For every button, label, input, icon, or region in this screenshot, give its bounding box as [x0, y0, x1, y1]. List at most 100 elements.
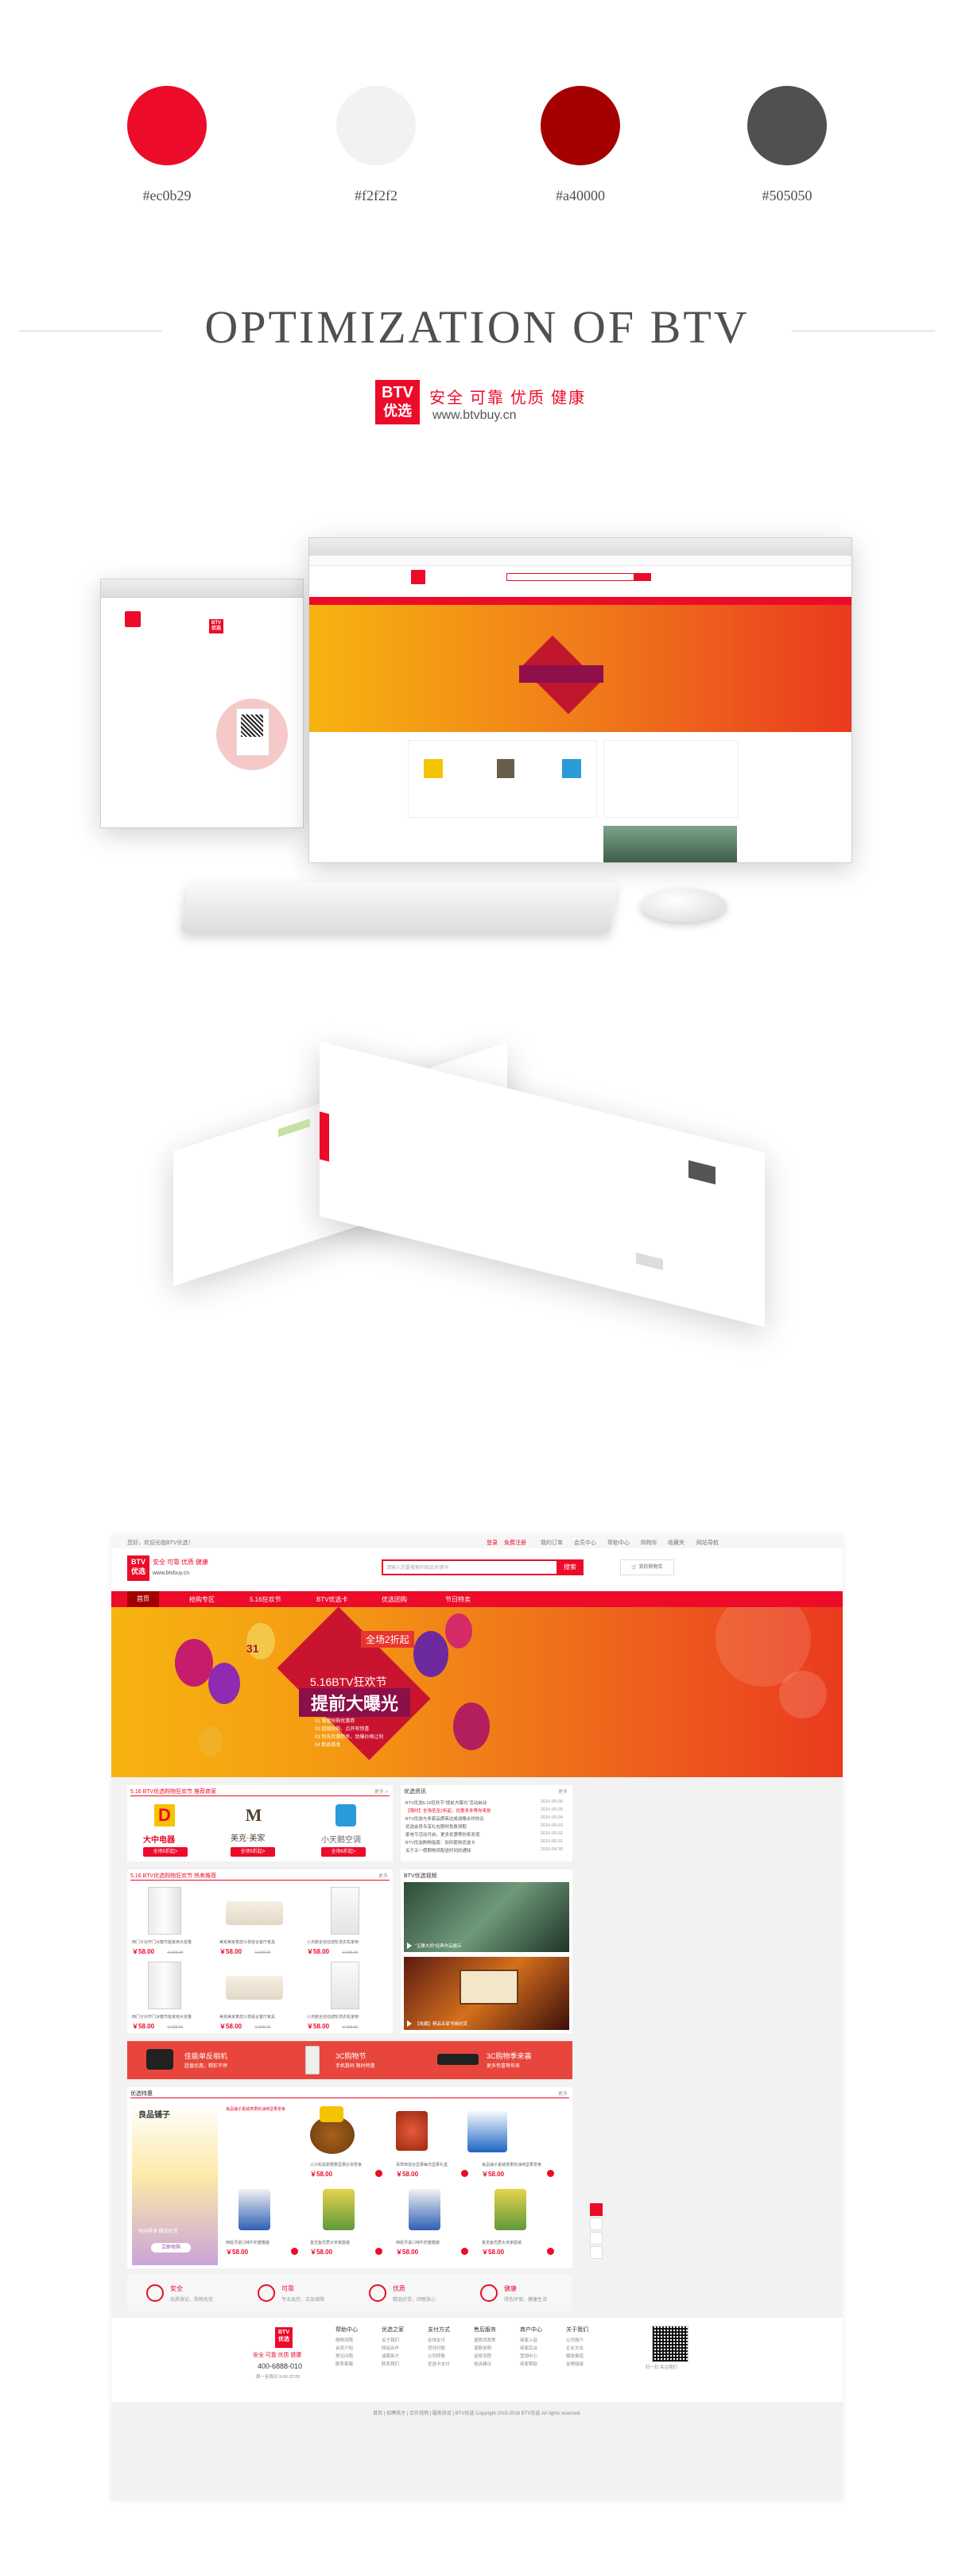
register-link[interactable]: 免费注册	[504, 1539, 526, 1547]
site-logo[interactable]: BTV 优选	[127, 1555, 149, 1581]
news-item[interactable]: BTV优选与多家品牌商达成战略合作协议	[405, 1815, 484, 1822]
footer-link[interactable]: 货到付款	[428, 2345, 445, 2351]
product-image-sofa[interactable]	[226, 1976, 283, 2000]
side-tool-service[interactable]	[590, 2246, 603, 2259]
product-name[interactable]: 金龙鱼优质大米家庭装	[482, 2240, 522, 2245]
product-name[interactable]: 美克美家真皮沙发组合客厅家具	[219, 2014, 275, 2020]
nav-groupbuy[interactable]: 优选团购	[382, 1595, 407, 1604]
nav-flash-sale[interactable]: 抢购专区	[189, 1595, 215, 1604]
add-to-cart-button[interactable]	[291, 2248, 298, 2255]
footer-link[interactable]: 诚聘英才	[382, 2353, 399, 2359]
news-item[interactable]: 【限时】全场低至2折起，优惠多多等你来抢	[405, 1807, 491, 1814]
brand-logo-dazhong[interactable]: D	[154, 1804, 175, 1826]
footer-link[interactable]: 公司简介	[566, 2337, 584, 2343]
product-image-milk[interactable]	[238, 2189, 270, 2230]
news-item[interactable]: 优选会员专享礼包限时免费领取	[405, 1823, 467, 1830]
product-image-fridge[interactable]	[148, 1962, 181, 2009]
play-icon[interactable]	[407, 2020, 412, 2027]
brand-logo-swan[interactable]	[335, 1804, 356, 1826]
footer-link[interactable]: 媒体报道	[566, 2353, 584, 2359]
product-name[interactable]: 西门子对开门冰箱节能家用大容量	[132, 1939, 192, 1945]
video-caption[interactable]: “玉雕大师”经典作品展示	[415, 1943, 462, 1949]
hot-more-link[interactable]: 更多	[378, 1872, 388, 1879]
product-name[interactable]: 西班牙进口纯牛奶整箱装	[226, 2240, 270, 2245]
help-link[interactable]: 帮助中心	[607, 1539, 630, 1547]
member-link[interactable]: 会员中心	[574, 1539, 596, 1547]
add-to-cart-button[interactable]	[547, 2248, 554, 2255]
product-name[interactable]: 西门子对开门冰箱节能家用大容量	[132, 2014, 192, 2020]
product-image-sofa[interactable]	[226, 1901, 283, 1925]
footer-link[interactable]: 常见问题	[335, 2353, 353, 2359]
footer-link[interactable]: 企业文化	[566, 2345, 584, 2351]
product-image-fridge[interactable]	[148, 1887, 181, 1935]
product-image-milk[interactable]	[409, 2189, 440, 2230]
footer-link[interactable]: 返修流程	[474, 2353, 491, 2359]
footer-link[interactable]: 商家后台	[520, 2345, 537, 2351]
side-tool-cart[interactable]	[590, 2218, 603, 2230]
product-name[interactable]: 百草味混合坚果每日坚果礼盒	[396, 2162, 448, 2167]
add-to-cart-button[interactable]	[375, 2248, 382, 2255]
login-link[interactable]: 登录	[487, 1539, 498, 1547]
footer-link[interactable]: 营销中心	[520, 2353, 537, 2359]
footer-link[interactable]: 商家帮助	[520, 2361, 537, 2367]
product-name[interactable]: 西班牙进口纯牛奶整箱装	[396, 2240, 440, 2245]
brand-logo-markor[interactable]: M	[243, 1804, 264, 1826]
product-name[interactable]: 金龙鱼优质大米家庭装	[310, 2240, 350, 2245]
footer-link[interactable]: 联系我们	[382, 2361, 399, 2367]
product-image-washer[interactable]	[331, 1962, 359, 2009]
news-item[interactable]: 家电节活动开启，更多优惠等你来发现	[405, 1831, 480, 1838]
cart-button[interactable]: 🛒 我的购物车	[620, 1559, 674, 1575]
product-image-milk[interactable]	[467, 2109, 507, 2152]
video-caption[interactable]: 【收藏】精品名家书画欣赏	[415, 2020, 467, 2027]
brand-button[interactable]: 全场5折起>	[143, 1847, 188, 1857]
footer-link[interactable]: 退换货政策	[474, 2337, 496, 2343]
footer-link[interactable]: 网站合作	[382, 2345, 399, 2351]
nav-holiday[interactable]: 节日特卖	[445, 1595, 471, 1604]
video-thumbnail[interactable]	[404, 1882, 569, 1952]
news-item[interactable]: BTV优选5.16狂欢节“提前大曝光”活动启动	[405, 1799, 487, 1806]
nav-home[interactable]: 首页	[127, 1591, 159, 1607]
product-name[interactable]: 小天鹅全自动波轮洗衣机家用	[307, 1939, 359, 1945]
search-box[interactable]: 请输入您要搜索的商品关键词	[382, 1559, 560, 1575]
footer-link[interactable]: 关于我们	[382, 2337, 399, 2343]
product-name[interactable]: 美克美家真皮沙发组合客厅家具	[219, 1939, 275, 1945]
product-name[interactable]: 良品铺子夏威夷果奶油味坚果零食	[226, 2106, 285, 2112]
footer-link[interactable]: 退款说明	[474, 2345, 491, 2351]
product-image-rice[interactable]	[323, 2189, 355, 2230]
brands-more-link[interactable]: 更多 >	[374, 1788, 388, 1795]
food-more-link[interactable]: 更多	[558, 2090, 568, 2097]
product-name[interactable]: 良品铺子夏威夷果奶油味坚果零食	[482, 2162, 541, 2167]
product-image-washer[interactable]	[331, 1887, 359, 1935]
footer-link[interactable]: 会员介绍	[335, 2345, 353, 2351]
food-side-banner[interactable]	[132, 2103, 218, 2265]
product-image-nuts[interactable]	[396, 2111, 428, 2151]
back-to-top-button[interactable]	[590, 2203, 603, 2216]
footer-link[interactable]: 公司转账	[428, 2353, 445, 2359]
news-item[interactable]: 关于五一假期物流配送时间的通知	[405, 1847, 471, 1854]
brand-button[interactable]: 全场6折起>	[321, 1847, 366, 1857]
orders-link[interactable]: 我的订单	[541, 1539, 563, 1547]
search-button[interactable]: 搜索	[556, 1559, 584, 1575]
product-name[interactable]: 三只松鼠碧根果坚果炒货零食	[310, 2162, 362, 2167]
footer-link[interactable]: 友情链接	[566, 2361, 584, 2367]
site-nav-link[interactable]: 网站导航	[696, 1539, 719, 1547]
footer-link[interactable]: 投诉建议	[474, 2361, 491, 2367]
footer-link[interactable]: 商家入驻	[520, 2337, 537, 2343]
add-to-cart-button[interactable]	[375, 2170, 382, 2177]
product-image-snack[interactable]	[229, 2109, 301, 2154]
search-input[interactable]: 请输入您要搜索的商品关键词	[386, 1563, 448, 1571]
promo-strip[interactable]: 佳能单反相机 超值优惠，精彩不停 3C购物节 手机数码 限时特惠 3C购物季来袭…	[127, 2041, 572, 2079]
footer-link[interactable]: 在线支付	[428, 2337, 445, 2343]
footer-link[interactable]: 联系客服	[335, 2361, 353, 2367]
cart-link[interactable]: 购物车	[641, 1539, 657, 1547]
play-icon[interactable]	[407, 1943, 412, 1949]
add-to-cart-button[interactable]	[547, 2170, 554, 2177]
favorites-link[interactable]: 收藏夹	[668, 1539, 684, 1547]
nav-card[interactable]: BTV优选卡	[316, 1595, 348, 1604]
footer-link[interactable]: 购物流程	[335, 2337, 353, 2343]
nav-festival[interactable]: 5.16狂欢节	[250, 1595, 281, 1604]
add-to-cart-button[interactable]	[461, 2170, 468, 2177]
product-image-rice[interactable]	[494, 2189, 526, 2230]
footer-link[interactable]: 优选卡支付	[428, 2361, 450, 2367]
news-more-link[interactable]: 更多	[558, 1788, 568, 1795]
